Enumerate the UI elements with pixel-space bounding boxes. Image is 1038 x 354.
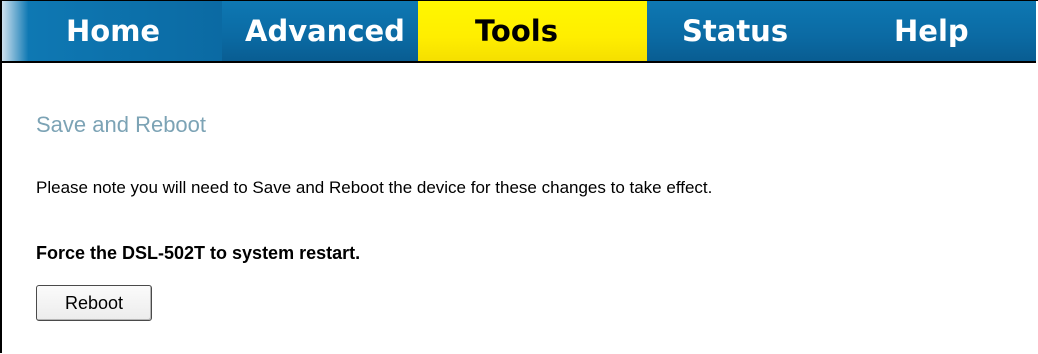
reboot-button[interactable]: Reboot: [36, 285, 152, 321]
tab-status-label: Status: [682, 14, 789, 48]
tab-status[interactable]: Status: [647, 1, 833, 61]
top-nav-bar: Home Advanced Tools Status Help: [2, 1, 1036, 63]
force-restart-label: Force the DSL-502T to system restart.: [36, 243, 361, 263]
tab-advanced[interactable]: Advanced: [222, 1, 418, 61]
tab-tools[interactable]: Tools: [418, 1, 647, 61]
tab-home-label: Home: [66, 14, 161, 48]
tab-tools-label: Tools: [475, 14, 558, 48]
tab-advanced-label: Advanced: [245, 14, 405, 48]
tab-help-label: Help: [894, 14, 969, 48]
reboot-note: Please note you will need to Save and Re…: [36, 178, 713, 197]
tab-help[interactable]: Help: [833, 1, 1036, 61]
tab-home[interactable]: Home: [2, 1, 222, 61]
page-title: Save and Reboot: [36, 112, 207, 137]
